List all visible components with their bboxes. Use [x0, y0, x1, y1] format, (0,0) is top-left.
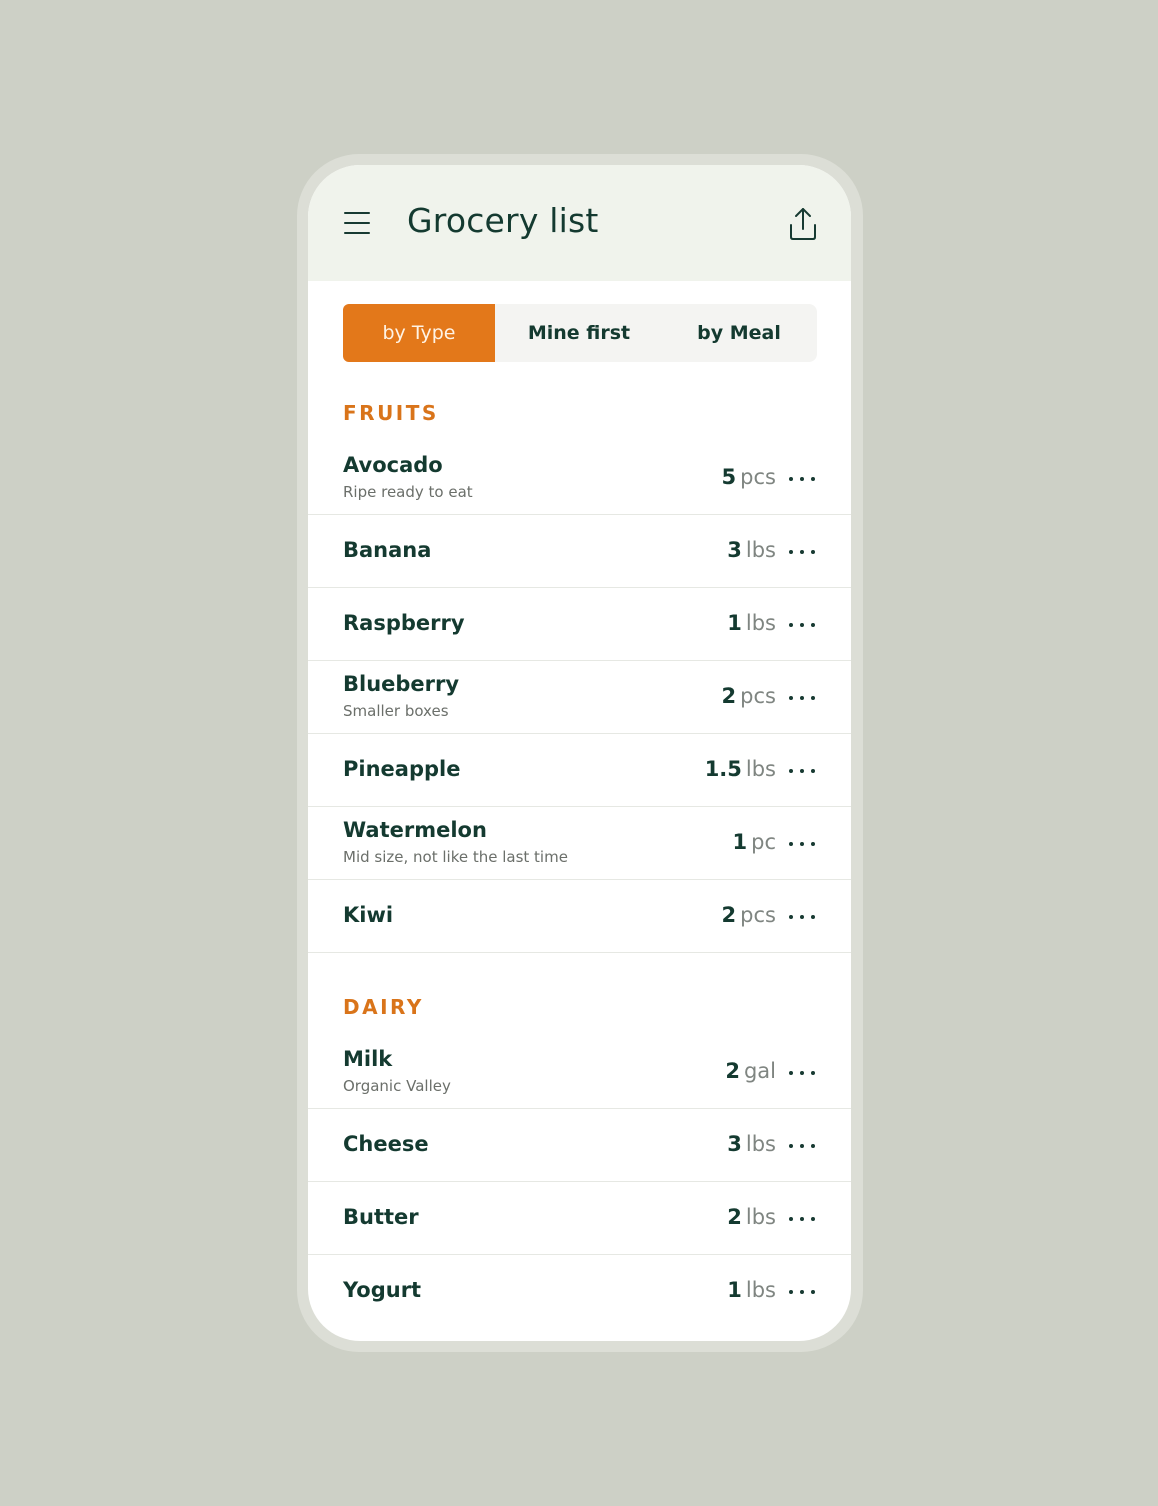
quantity-value: 2 [725, 1059, 740, 1083]
item-quantity: 2 lbs [727, 1205, 776, 1229]
more-options-icon[interactable] [789, 769, 815, 775]
list-item[interactable]: Banana 3 lbs [308, 515, 851, 588]
item-name: Banana [343, 538, 432, 562]
quantity-unit: lbs [745, 1278, 776, 1302]
quantity-unit: lbs [745, 1132, 776, 1156]
item-quantity: 1.5 lbs [705, 757, 776, 781]
sort-segmented-control: by Type Mine first by Meal [343, 304, 817, 362]
more-options-icon[interactable] [789, 1290, 815, 1296]
item-name: Pineapple [343, 757, 461, 781]
row-divider [308, 952, 851, 953]
more-options-icon[interactable] [789, 623, 815, 629]
list-item[interactable]: Cheese 3 lbs [308, 1109, 851, 1182]
item-name: Raspberry [343, 611, 465, 635]
list-item[interactable]: Milk Organic Valley 2 gal [308, 1036, 851, 1109]
list-item[interactable]: Butter 2 lbs [308, 1182, 851, 1255]
quantity-value: 1 [732, 830, 748, 854]
quantity-value: 1.5 [704, 757, 742, 781]
section-title: FRUITS [343, 401, 439, 425]
more-options-icon[interactable] [789, 1071, 815, 1077]
more-options-icon[interactable] [789, 915, 815, 921]
item-name: Cheese [343, 1132, 429, 1156]
item-quantity: 2 pcs [722, 903, 776, 927]
quantity-value: 1 [727, 1278, 742, 1302]
item-quantity: 2 gal [725, 1059, 776, 1083]
quantity-unit: pcs [740, 465, 776, 489]
list-item[interactable]: Watermelon Mid size, not like the last ti… [308, 807, 851, 880]
quantity-value: 2 [721, 684, 737, 708]
list-item[interactable]: Blueberry Smaller boxes 2 pcs [308, 661, 851, 734]
item-quantity: 1 lbs [727, 611, 776, 635]
more-options-icon[interactable] [789, 1217, 815, 1223]
quantity-unit: lbs [745, 538, 776, 562]
item-name: Yogurt [343, 1278, 422, 1302]
item-note: Ripe ready to eat [343, 483, 473, 501]
more-options-icon[interactable] [789, 696, 815, 702]
page-title: Grocery list [407, 201, 599, 240]
app-screen: Grocery list by Type Mine first by Meal … [308, 165, 851, 1341]
quantity-unit: lbs [745, 1205, 776, 1229]
item-name: Butter [343, 1205, 419, 1229]
item-quantity: 2 pcs [722, 684, 776, 708]
item-quantity: 3 lbs [727, 538, 776, 562]
list-item[interactable]: Raspberry 1 lbs [308, 588, 851, 661]
item-quantity: 5 pcs [722, 465, 776, 489]
menu-icon[interactable] [344, 212, 372, 234]
quantity-value: 5 [721, 465, 737, 489]
quantity-unit: gal [743, 1059, 776, 1083]
list-item[interactable]: Pineapple 1.5 lbs [308, 734, 851, 807]
quantity-unit: lbs [745, 611, 776, 635]
item-note: Organic Valley [343, 1077, 451, 1095]
list-item[interactable]: Yogurt 1 lbs [308, 1255, 851, 1328]
more-options-icon[interactable] [789, 550, 815, 556]
tab-mine-first[interactable]: Mine first [503, 304, 655, 362]
item-quantity: 1 pc [732, 830, 776, 854]
quantity-value: 2 [721, 903, 737, 927]
item-note: Smaller boxes [343, 702, 449, 720]
item-quantity: 3 lbs [727, 1132, 776, 1156]
list-item[interactable]: Avocado Ripe ready to eat 5 pcs [308, 442, 851, 515]
quantity-unit: pcs [740, 903, 776, 927]
item-note: Mid size, not like the last time [343, 848, 568, 866]
section-title: DAIRY [343, 995, 424, 1019]
tab-by-type[interactable]: by Type [343, 304, 495, 362]
item-name: Kiwi [343, 903, 394, 927]
top-app-bar: Grocery list [308, 165, 851, 281]
quantity-value: 2 [727, 1205, 742, 1229]
item-name: Milk [343, 1047, 393, 1071]
quantity-unit: pcs [740, 684, 776, 708]
quantity-value: 1 [727, 611, 742, 635]
quantity-unit: pc [751, 830, 776, 854]
item-name: Avocado [343, 453, 443, 477]
item-quantity: 1 lbs [727, 1278, 776, 1302]
list-item[interactable]: Kiwi 2 pcs [308, 880, 851, 953]
item-name: Watermelon [343, 818, 487, 842]
tab-by-meal[interactable]: by Meal [663, 304, 815, 362]
more-options-icon[interactable] [789, 1144, 815, 1150]
item-name: Blueberry [343, 672, 460, 696]
more-options-icon[interactable] [789, 842, 815, 848]
share-icon[interactable] [788, 207, 818, 241]
quantity-unit: lbs [745, 757, 776, 781]
quantity-value: 3 [727, 1132, 742, 1156]
more-options-icon[interactable] [789, 477, 815, 483]
quantity-value: 3 [727, 538, 742, 562]
